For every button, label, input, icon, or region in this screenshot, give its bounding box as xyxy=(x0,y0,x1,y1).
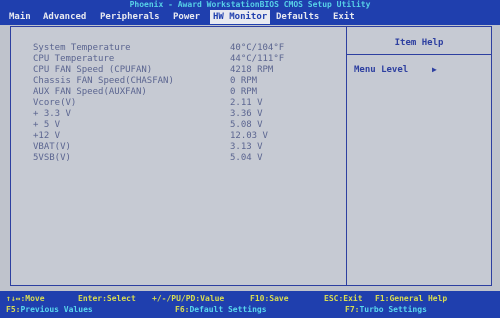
menu-level: Menu Level ▶ xyxy=(354,65,437,75)
footer-f6-key: F6: xyxy=(175,305,190,314)
sensor-value: 4218 RPM xyxy=(230,65,274,75)
sensor-value: 12.03 V xyxy=(230,131,268,141)
footer-select: Enter:Select xyxy=(78,294,136,303)
menu-advanced[interactable]: Advanced xyxy=(40,10,89,24)
sensor-value: 5.08 V xyxy=(230,120,263,130)
footer-general-help: F1:General Help xyxy=(375,294,448,303)
sensor-value: 2.11 V xyxy=(230,98,263,108)
sensor-label: CPU FAN Speed (CPUFAN) xyxy=(33,65,153,75)
sensor-label: VBAT(V) xyxy=(33,142,71,152)
sensor-label: CPU Temperature xyxy=(33,54,115,64)
footer-value: +/-/PU/PD:Value xyxy=(152,294,225,303)
sensor-label: + 5 V xyxy=(33,120,61,130)
sensor-value: 44°C/111°F xyxy=(230,54,285,64)
menu-exit[interactable]: Exit xyxy=(330,10,358,24)
sensor-label: Vcore(V) xyxy=(33,98,77,108)
menu-defaults[interactable]: Defaults xyxy=(273,10,322,24)
item-help-title: Item Help xyxy=(394,38,444,48)
sensor-value: 5.04 V xyxy=(230,153,263,163)
sensor-label: Chassis FAN Speed(CHASFAN) xyxy=(33,76,174,86)
sensor-value: 3.36 V xyxy=(230,109,263,119)
sensor-value: 3.13 V xyxy=(230,142,263,152)
menu-main[interactable]: Main xyxy=(6,10,34,24)
hw-monitor-panel: System Temperature 40°C/104°F CPU Tempera… xyxy=(10,26,492,286)
footer-f6-desc: Default Settings xyxy=(189,305,267,314)
item-help-panel: Item Help Menu Level ▶ xyxy=(347,27,491,285)
sensor-list: System Temperature 40°C/104°F CPU Tempera… xyxy=(11,27,347,285)
sensor-label: 5VSB(V) xyxy=(33,153,71,163)
footer-turbo-settings: F7:Turbo Settings xyxy=(345,304,427,315)
menu-bar: Main Advanced Peripherals Power HW Monit… xyxy=(0,9,500,25)
sensor-value: 0 RPM xyxy=(230,87,258,97)
sensor-value: 40°C/104°F xyxy=(230,43,285,53)
footer-exit: ESC:Exit xyxy=(324,294,363,303)
sensor-value: 0 RPM xyxy=(230,76,258,86)
footer-f5-desc: Previous Values xyxy=(20,305,93,314)
sensor-label: + 3.3 V xyxy=(33,109,71,119)
footer-move: ↑↓↔:Move xyxy=(6,294,45,303)
footer-save: F10:Save xyxy=(250,294,289,303)
arrow-right-icon: ▶ xyxy=(432,65,437,74)
footer-f7-desc: Turbo Settings xyxy=(359,305,427,314)
menu-peripherals[interactable]: Peripherals xyxy=(97,10,163,24)
menu-power[interactable]: Power xyxy=(170,10,203,24)
footer-default-settings: F6:Default Settings xyxy=(175,304,267,315)
sensor-label: System Temperature xyxy=(33,43,131,53)
bios-title: Phoenix - Award WorkstationBIOS CMOS Set… xyxy=(0,0,500,9)
sensor-label: AUX FAN Speed(AUXFAN) xyxy=(33,87,147,97)
menu-level-label: Menu Level xyxy=(354,65,409,75)
footer-f5-key: F5: xyxy=(6,305,21,314)
help-divider xyxy=(347,54,491,55)
key-help-bar: ↑↓↔:Move Enter:Select +/-/PU/PD:Value F1… xyxy=(0,291,500,318)
sensor-label: +12 V xyxy=(33,131,61,141)
footer-f7-key: F7: xyxy=(345,305,360,314)
menu-hw-monitor[interactable]: HW Monitor xyxy=(210,10,271,24)
footer-previous-values: F5:Previous Values xyxy=(6,304,93,315)
